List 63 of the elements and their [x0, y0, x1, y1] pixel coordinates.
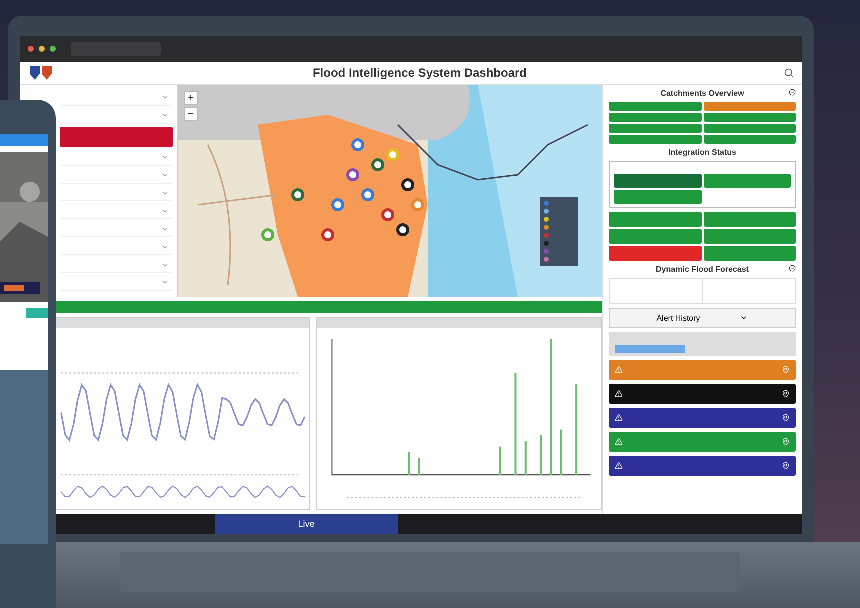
minimize-window-icon[interactable] [39, 46, 45, 52]
zoom-out-button[interactable] [184, 107, 198, 121]
section-title: Integration Status [667, 148, 738, 157]
section-title: Catchments Overview [609, 89, 796, 98]
integration-tile[interactable] [609, 212, 702, 227]
tablet-button[interactable] [26, 308, 48, 318]
search-icon[interactable] [784, 68, 794, 78]
pin-icon [782, 438, 790, 446]
pin-icon [782, 390, 790, 398]
caret-icon [740, 314, 748, 322]
pin-icon [782, 414, 790, 422]
chevron-icon [162, 262, 169, 269]
alert-card[interactable] [609, 384, 796, 404]
catchment-tile[interactable] [609, 102, 702, 111]
catchment-tile[interactable] [704, 113, 796, 122]
warning-icon [615, 390, 623, 398]
chevron-icon [162, 172, 169, 180]
alert-card[interactable] [609, 432, 796, 452]
catchment-tile[interactable] [609, 124, 702, 133]
alert-card[interactable] [609, 360, 796, 380]
integration-tile[interactable] [609, 229, 702, 244]
chevron-icon [162, 244, 169, 251]
catchment-tile[interactable] [704, 124, 796, 133]
sidebar-item[interactable] [60, 126, 173, 148]
warning-icon [615, 414, 623, 422]
pin-icon [782, 462, 790, 470]
dashboard-title: Flood Intelligence System Dashboard [312, 66, 528, 80]
integration-tile[interactable] [609, 246, 702, 261]
catchment-tile[interactable] [609, 113, 702, 122]
integration-tile[interactable] [614, 190, 702, 204]
integration-tile[interactable] [704, 229, 796, 244]
filter-chip[interactable] [615, 345, 685, 353]
chevron-icon [162, 208, 169, 215]
filter-field[interactable] [609, 332, 796, 356]
tablet-card-header [0, 134, 48, 146]
chevron-icon [162, 112, 169, 120]
collapse-icon[interactable] [789, 265, 796, 272]
chevron-icon [162, 226, 169, 233]
pin-icon [782, 366, 790, 374]
close-window-icon[interactable] [28, 46, 34, 52]
warning-icon [615, 462, 623, 470]
live-button[interactable]: Live [215, 514, 398, 534]
integration-tile[interactable] [614, 174, 702, 188]
integration-tile[interactable] [704, 246, 796, 261]
integration-tile[interactable] [704, 212, 796, 227]
warning-icon [615, 366, 623, 374]
zoom-in-button[interactable] [184, 91, 198, 105]
maximize-window-icon[interactable] [50, 46, 56, 52]
chevron-icon [162, 154, 169, 162]
alert-card[interactable] [609, 408, 796, 428]
chevron-icon [162, 279, 169, 286]
catchment-tile[interactable] [704, 102, 796, 111]
plus-icon [187, 94, 195, 102]
catchment-tile[interactable] [704, 135, 796, 144]
chevron-icon [162, 190, 169, 197]
collapse-icon[interactable] [789, 89, 796, 96]
catchment-tile[interactable] [609, 135, 702, 144]
section-title: Dynamic Flood Forecast [609, 265, 796, 274]
chevron-icon [162, 94, 169, 102]
alert-history-dropdown[interactable]: Alert History [609, 308, 796, 328]
integration-tile[interactable] [704, 174, 791, 188]
alert-card[interactable] [609, 456, 796, 476]
warning-icon [615, 438, 623, 446]
